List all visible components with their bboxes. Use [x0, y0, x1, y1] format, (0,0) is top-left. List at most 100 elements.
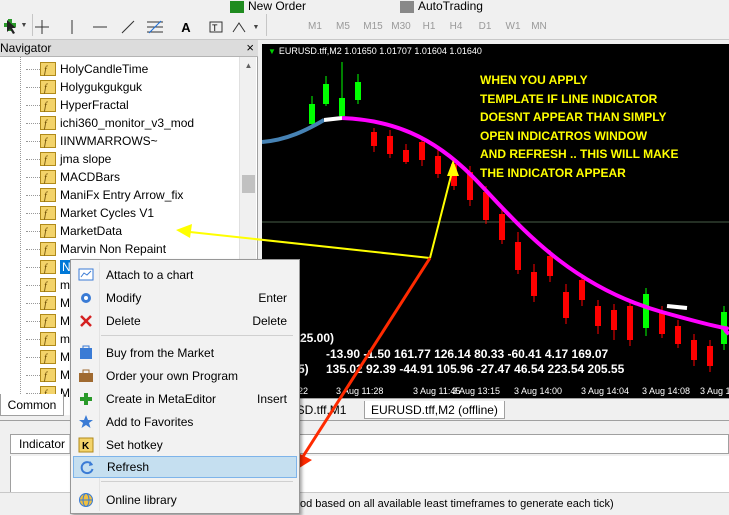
- menu-item-modify[interactable]: Modify Enter: [73, 287, 297, 309]
- hotkey-icon: K: [78, 437, 94, 453]
- new-order-icon: [230, 0, 244, 13]
- fibonacci-icon[interactable]: [146, 16, 164, 38]
- candle-body: [611, 310, 617, 330]
- tree-branch: [26, 320, 40, 322]
- timeframe-m5[interactable]: M5: [328, 16, 358, 36]
- navigator-item[interactable]: f Marvin Non Repaint: [26, 240, 166, 258]
- navigator-item[interactable]: fM: [26, 348, 70, 366]
- indicator-icon: f: [40, 242, 56, 256]
- time-label: 3 Aug 11:28: [336, 386, 384, 396]
- timeframe-h4[interactable]: H4: [441, 16, 471, 36]
- navigator-item[interactable]: fm: [26, 330, 70, 348]
- indicator-icon: f: [40, 296, 56, 310]
- market-icon: [78, 345, 94, 361]
- menu-item-label: Attach to a chart: [106, 268, 194, 282]
- tree-branch: [26, 140, 40, 142]
- chart-tabs: USD.tff,M1 EURUSD.tff,M2 (offline): [262, 398, 729, 420]
- menu-item-order-your-own-program[interactable]: Order your own Program: [73, 365, 297, 387]
- timeframe-mn[interactable]: MN: [524, 16, 554, 36]
- column-header-indicator[interactable]: Indicator: [19, 437, 65, 451]
- menu-item-delete[interactable]: Delete Delete: [73, 310, 297, 332]
- navigator-item[interactable]: f ManiFx Entry Arrow_fix: [26, 186, 183, 204]
- timeframe-d1[interactable]: D1: [470, 16, 500, 36]
- navigator-item[interactable]: f Market Cycles V1: [26, 204, 154, 222]
- menu-item-label: Refresh: [107, 460, 150, 474]
- candle-body: [323, 84, 329, 104]
- candle-body: [531, 272, 537, 296]
- cursor-icon[interactable]: [4, 16, 20, 38]
- menu-item-label: Order your own Program: [106, 369, 239, 383]
- candle-body: [547, 256, 553, 276]
- vertical-line-icon[interactable]: [66, 16, 78, 38]
- menu-item-create-in-metaeditor[interactable]: Create in MetaEditor Insert: [73, 388, 297, 410]
- menu-item-label: Add to Favorites: [106, 415, 194, 429]
- trendline-icon[interactable]: [120, 16, 136, 38]
- navigator-item[interactable]: f Holygukgukguk: [26, 78, 142, 96]
- navigator-item[interactable]: fN: [26, 258, 73, 276]
- navigator-item[interactable]: f MACDBars: [26, 168, 120, 186]
- navigator-item[interactable]: fM: [26, 294, 70, 312]
- candle-body: [419, 142, 425, 160]
- close-icon[interactable]: ×: [246, 40, 254, 56]
- terminal-window: ▼ A T ▼ New Order AutoTrading M1 M5 M15 …: [0, 0, 729, 515]
- menu-item-label: Online library: [106, 493, 177, 507]
- tree-branch: [26, 194, 40, 196]
- menu-separator: [101, 335, 293, 336]
- svg-text:K: K: [82, 441, 90, 452]
- annotation-line: TEMPLATE IF LINE INDICATOR: [480, 91, 658, 106]
- menu-item-refresh[interactable]: Refresh: [73, 456, 297, 478]
- navigator-item-label: Holygukgukguk: [60, 80, 143, 94]
- navigator-item[interactable]: fM: [26, 366, 70, 384]
- navigator-item-label: ichi360_monitor_v3_mod: [60, 116, 195, 130]
- candle-body: [355, 82, 361, 100]
- price-chart[interactable]: ▼ EURUSD.tff,M2 1.01650 1.01707 1.01604 1…: [262, 44, 729, 398]
- candle-body: [563, 292, 569, 318]
- tab-chart-eurusd-m2[interactable]: EURUSD.tff,M2 (offline): [364, 401, 505, 419]
- new-order-button[interactable]: New Order: [230, 0, 306, 13]
- scrollbar-thumb[interactable]: [242, 175, 255, 193]
- horizontal-line-icon[interactable]: [92, 16, 108, 38]
- navigator-item-label: Marvin Non Repaint: [60, 242, 167, 256]
- menu-item-shortcut: Insert: [256, 392, 287, 406]
- tree-branch: [26, 86, 40, 88]
- navigator-item-label: MarketData: [60, 224, 123, 238]
- candle-body: [499, 214, 505, 240]
- dropdown-arrow-icon[interactable]: ▼: [251, 16, 261, 38]
- label-tool-icon[interactable]: T: [208, 16, 224, 38]
- indicator-period-label: (25.00): [296, 331, 335, 345]
- main-toolbar: ▼ A T ▼ New Order AutoTrading M1 M5 M15 …: [0, 0, 729, 40]
- menu-item-add-to-favorites[interactable]: Add to Favorites: [73, 411, 297, 433]
- timeframe-m1[interactable]: M1: [300, 16, 330, 36]
- indicator-icon: f: [40, 314, 56, 328]
- menu-item-online-library[interactable]: Online library: [73, 489, 297, 511]
- navigator-item[interactable]: fM: [26, 312, 70, 330]
- arrows-tool-icon[interactable]: [230, 16, 250, 38]
- navigator-item[interactable]: f jma slope: [26, 150, 111, 168]
- tab-common[interactable]: Common: [0, 394, 64, 416]
- tree-branch: [26, 158, 40, 160]
- chart-collapse-icon: ▼: [268, 47, 276, 56]
- crosshair-icon[interactable]: [34, 16, 50, 38]
- menu-item-buy-from-the-market[interactable]: Buy from the Market: [73, 342, 297, 364]
- candle-body: [451, 164, 457, 186]
- toolbar-separator: [266, 14, 267, 36]
- navigator-item[interactable]: f IINWMARROWS~: [26, 132, 158, 150]
- tree-branch: [26, 230, 40, 232]
- text-tool-icon[interactable]: A: [178, 16, 194, 38]
- menu-item-set-hotkey[interactable]: K Set hotkey: [73, 434, 297, 456]
- timeframe-m30[interactable]: M30: [386, 16, 416, 36]
- autotrading-button[interactable]: AutoTrading: [400, 0, 483, 13]
- navigator-item[interactable]: f HolyCandleTime: [26, 60, 148, 78]
- menu-item-attach-to-a-chart[interactable]: Attach to a chart: [73, 264, 297, 286]
- navigator-item[interactable]: f MarketData: [26, 222, 122, 240]
- dropdown-arrow-icon[interactable]: ▼: [19, 14, 29, 36]
- navigator-item[interactable]: f ichi360_monitor_v3_mod: [26, 114, 194, 132]
- navigator-item[interactable]: f HyperFractal: [26, 96, 129, 114]
- timeframe-h1[interactable]: H1: [414, 16, 444, 36]
- indicator-values-row: -13.90 -1.50 161.77 126.14 80.33 -60.41 …: [326, 347, 609, 361]
- navigator-item[interactable]: fm: [26, 276, 70, 294]
- timeframe-m15[interactable]: M15: [358, 16, 388, 36]
- scroll-up-icon[interactable]: ▲: [240, 57, 257, 74]
- tree-branch: [26, 122, 40, 124]
- tree-connector: [20, 57, 21, 412]
